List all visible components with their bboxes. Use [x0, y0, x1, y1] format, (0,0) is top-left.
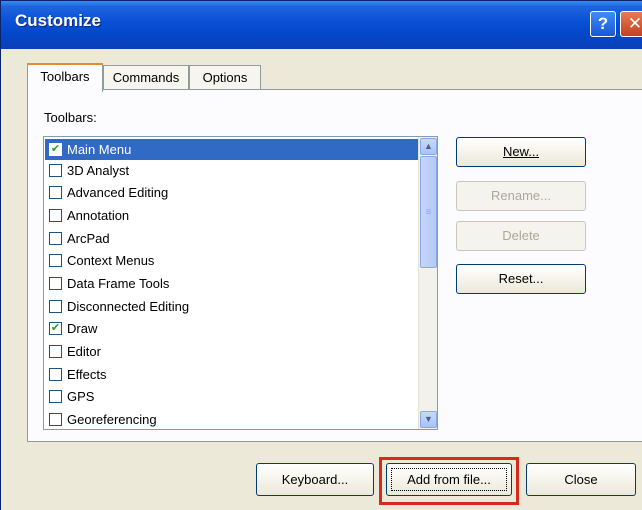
- list-item[interactable]: GPS: [45, 386, 418, 407]
- button-label: Rename...: [491, 188, 551, 203]
- keyboard-button[interactable]: Keyboard...: [256, 463, 374, 496]
- list-item-label: Draw: [67, 321, 98, 336]
- checkbox[interactable]: [49, 277, 62, 290]
- list-item-label: Advanced Editing: [67, 185, 169, 200]
- checkbox[interactable]: ✔: [49, 143, 62, 156]
- checkmark-icon: ✔: [50, 143, 61, 155]
- reset-button[interactable]: Reset...: [456, 264, 586, 294]
- toolbars-list-label: Toolbars:: [44, 110, 97, 125]
- button-label: Delete: [502, 228, 540, 243]
- title-bar[interactable]: Customize ? ✕: [1, 1, 642, 49]
- help-icon: ?: [597, 14, 609, 33]
- vertical-scrollbar[interactable]: ▲ ≡ ▼: [418, 137, 437, 429]
- close-window-button[interactable]: ✕: [620, 11, 642, 37]
- close-button[interactable]: Close: [526, 463, 636, 496]
- help-button[interactable]: ?: [590, 11, 616, 37]
- add-from-file-button[interactable]: Add from file...: [386, 463, 512, 496]
- button-label: Reset...: [498, 271, 544, 286]
- checkbox[interactable]: [49, 164, 62, 177]
- list-item[interactable]: Effects: [45, 364, 418, 385]
- list-item-label: Georeferencing: [67, 412, 157, 427]
- list-item-label: GPS: [67, 389, 95, 404]
- checkbox[interactable]: [49, 368, 62, 381]
- list-item[interactable]: Disconnected Editing: [45, 296, 418, 317]
- button-label: Add from file...: [407, 472, 491, 487]
- checkbox[interactable]: [49, 345, 62, 358]
- checkbox[interactable]: ✔: [49, 322, 62, 335]
- tab-label: Commands: [112, 70, 180, 85]
- grip-icon: ≡: [425, 207, 432, 218]
- list-item[interactable]: 3D Analyst: [45, 160, 418, 181]
- button-label: New...: [502, 144, 540, 159]
- dialog-title: Customize: [15, 11, 101, 30]
- list-item[interactable]: ✔ Main Menu: [45, 139, 418, 160]
- list-item[interactable]: Editor: [45, 341, 418, 362]
- chevron-up-icon: ▲: [424, 141, 433, 151]
- toolbars-listbox[interactable]: ✔ Main Menu 3D Analyst Advanced Editing …: [43, 136, 438, 430]
- customize-dialog: Customize ? ✕ Toolbars Commands Options …: [0, 0, 642, 510]
- list-item-label: 3D Analyst: [67, 163, 130, 178]
- scrollbar-thumb[interactable]: ≡: [420, 156, 437, 268]
- tab-options[interactable]: Options: [189, 65, 261, 89]
- checkbox[interactable]: [49, 232, 62, 245]
- close-icon: ✕: [627, 14, 642, 33]
- new-button[interactable]: New...: [456, 137, 586, 167]
- checkbox[interactable]: [49, 209, 62, 222]
- list-item[interactable]: Context Menus: [45, 250, 418, 271]
- checkmark-icon: ✔: [50, 322, 61, 334]
- checkbox[interactable]: [49, 186, 62, 199]
- tab-commands[interactable]: Commands: [103, 65, 189, 89]
- rename-button[interactable]: Rename...: [456, 181, 586, 211]
- list-item[interactable]: Data Frame Tools: [45, 273, 418, 294]
- tab-label: Toolbars: [40, 69, 90, 84]
- list-item-label: ArcPad: [67, 231, 110, 246]
- toolbars-tab-panel: Toolbars: ✔ Main Menu 3D Analyst Advance…: [27, 89, 642, 442]
- checkbox[interactable]: [49, 300, 62, 313]
- list-item-label: Main Menu: [67, 142, 132, 157]
- button-label: Keyboard...: [281, 472, 349, 487]
- scroll-up-button[interactable]: ▲: [420, 138, 437, 155]
- chevron-down-icon: ▼: [424, 414, 433, 424]
- checkbox[interactable]: [49, 254, 62, 267]
- list-item-label: Editor: [67, 344, 101, 359]
- button-label: Close: [564, 472, 598, 487]
- list-item[interactable]: Annotation: [45, 205, 418, 226]
- list-item[interactable]: Georeferencing: [45, 409, 418, 429]
- list-item[interactable]: ArcPad: [45, 228, 418, 249]
- list-item[interactable]: Advanced Editing: [45, 182, 418, 203]
- list-item-label: Annotation: [67, 208, 130, 223]
- scroll-down-button[interactable]: ▼: [420, 411, 437, 428]
- list-item-label: Effects: [67, 367, 107, 382]
- list-item[interactable]: ✔ Draw: [45, 318, 418, 339]
- list-item-label: Context Menus: [67, 253, 155, 268]
- tab-toolbars[interactable]: Toolbars: [27, 63, 103, 92]
- tab-label: Options: [202, 70, 248, 85]
- checkbox[interactable]: [49, 413, 62, 426]
- delete-button[interactable]: Delete: [456, 221, 586, 251]
- list-item-label: Disconnected Editing: [67, 299, 190, 314]
- checkbox[interactable]: [49, 390, 62, 403]
- list-item-label: Data Frame Tools: [67, 276, 170, 291]
